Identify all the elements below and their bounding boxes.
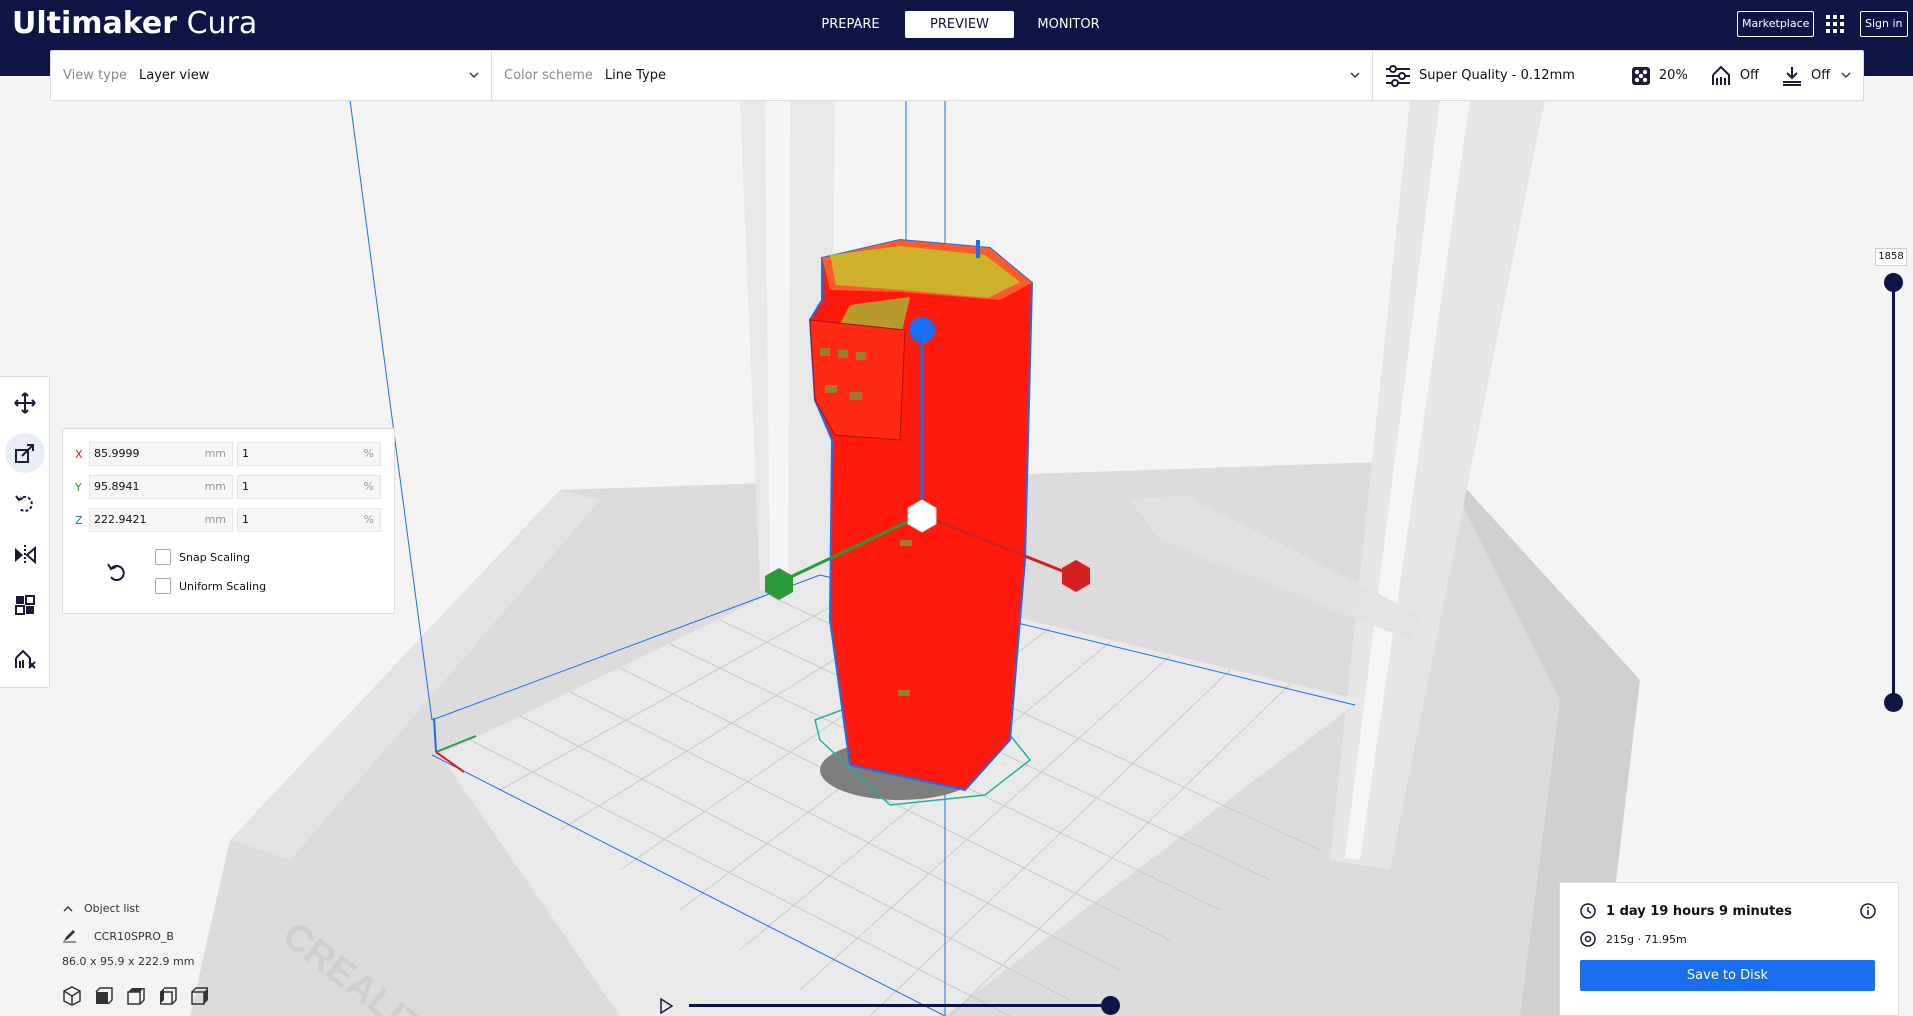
x-axis-label: X — [75, 447, 83, 461]
tab-monitor[interactable]: MONITOR — [1014, 11, 1123, 38]
chevron-down-icon — [1841, 72, 1851, 78]
rotate-tool-button[interactable] — [5, 483, 45, 523]
filament-spool-icon — [1580, 931, 1596, 947]
support-blocker-button[interactable] — [5, 639, 45, 679]
move-tool-button[interactable] — [5, 383, 45, 423]
per-model-settings-button[interactable] — [5, 585, 45, 625]
object-list-label: Object list — [84, 902, 140, 915]
mirror-icon — [15, 545, 36, 565]
print-time: 1 day 19 hours 9 minutes — [1606, 903, 1792, 919]
per-model-settings-icon — [15, 595, 35, 615]
infill-value: 20% — [1658, 68, 1688, 83]
object-name: CCR10SPRO_B — [94, 929, 174, 943]
clock-icon — [1580, 903, 1596, 919]
y-percent-input[interactable]: 1% — [237, 475, 381, 499]
current-layer-label[interactable]: 1858 — [1875, 248, 1907, 266]
object-list-panel: Object list CCR10SPRO_B 86.0 x 95.9 x 22… — [62, 902, 210, 1006]
object-name-row[interactable]: CCR10SPRO_B — [62, 929, 210, 943]
view-type-dropdown[interactable]: View type Layer view — [51, 51, 492, 100]
app-header: Ultimaker Cura PREPARE PREVIEW MONITOR M… — [0, 0, 1913, 50]
object-dimensions: 86.0 x 95.9 x 222.9 mm — [62, 955, 195, 968]
playback-handle[interactable] — [1101, 996, 1120, 1015]
object-list-toggle[interactable]: Object list — [62, 902, 210, 915]
mirror-tool-button[interactable] — [5, 535, 45, 575]
scale-row-y: Y 95.8941 mm 1% — [75, 474, 381, 500]
view-front-icon[interactable] — [94, 986, 114, 1006]
x-percent-input[interactable]: 1% — [237, 442, 381, 466]
z-percent-input[interactable]: 1% — [237, 508, 381, 532]
color-scheme-label: Color scheme — [504, 68, 593, 83]
color-scheme-dropdown[interactable]: Color scheme Line Type — [492, 51, 1373, 100]
print-info-panel: 1 day 19 hours 9 minutes 215g · 71.95m S… — [1559, 882, 1899, 1016]
uniform-scaling-label: Uniform Scaling — [179, 579, 267, 593]
apps-grid-icon[interactable] — [1825, 14, 1845, 34]
scale-icon — [15, 444, 34, 463]
material-row: 215g · 71.95m — [1580, 931, 1687, 947]
marketplace-button[interactable]: Marketplace — [1737, 11, 1815, 37]
y-mm-input[interactable]: 95.8941 mm — [89, 475, 233, 499]
quality-profile: Super Quality - 0.12mm — [1419, 68, 1575, 83]
layer-slider-track[interactable] — [1892, 282, 1895, 702]
scale-row-x: X 85.9999 mm 1% — [75, 441, 381, 467]
infill-icon — [1631, 66, 1650, 85]
simulation-playback — [655, 995, 1125, 1016]
rotate-icon — [15, 495, 33, 512]
snap-scaling-label: Snap Scaling — [179, 550, 251, 564]
view-type-value: Layer view — [139, 68, 210, 83]
view-right-icon[interactable] — [190, 986, 210, 1006]
x-mm-input[interactable]: 85.9999 mm — [89, 442, 233, 466]
view-3d-icon[interactable] — [62, 986, 82, 1006]
move-icon — [14, 392, 36, 414]
scale-row-z: Z 222.9421 mm 1% — [75, 507, 381, 533]
snap-scaling-option[interactable]: Snap Scaling — [155, 549, 250, 565]
reset-scale-icon[interactable] — [105, 561, 127, 583]
chevron-down-icon — [1350, 72, 1360, 78]
tool-toolbar — [0, 376, 50, 688]
y-axis-label: Y — [75, 480, 82, 494]
material-usage: 215g · 71.95m — [1606, 932, 1687, 946]
print-time-row: 1 day 19 hours 9 minutes — [1580, 903, 1792, 919]
handle-z[interactable] — [909, 317, 935, 343]
view-left-icon[interactable] — [158, 986, 178, 1006]
snap-scaling-checkbox[interactable] — [155, 549, 171, 565]
print-settings-button[interactable]: Super Quality - 0.12mm 20% Off Off — [1373, 51, 1863, 100]
uniform-scaling-checkbox[interactable] — [155, 578, 171, 594]
scale-tool-button[interactable] — [5, 433, 45, 473]
support-blocker-icon — [15, 649, 36, 669]
save-to-disk-button[interactable]: Save to Disk — [1580, 960, 1875, 991]
chevron-up-icon — [63, 905, 73, 911]
play-icon[interactable] — [659, 998, 673, 1014]
stage-tabs: PREPARE PREVIEW MONITOR — [796, 11, 1123, 38]
app-logo: Ultimaker Cura — [12, 6, 258, 41]
adhesion-icon — [1783, 66, 1802, 86]
tab-prepare[interactable]: PREPARE — [796, 11, 905, 38]
view-top-icon[interactable] — [126, 986, 146, 1006]
sign-in-button[interactable]: Sign in — [1860, 11, 1908, 37]
z-axis-label: Z — [75, 513, 83, 527]
playback-track[interactable] — [689, 1004, 1109, 1007]
info-icon[interactable] — [1860, 903, 1876, 919]
tab-preview[interactable]: PREVIEW — [905, 11, 1014, 38]
layer-slider-upper-handle[interactable] — [1884, 273, 1903, 292]
settings-bar: View type Layer view Color scheme Line T… — [50, 50, 1864, 101]
view-type-label: View type — [63, 68, 128, 83]
layer-slider[interactable]: 1858 — [1875, 248, 1913, 718]
support-value: Off — [1739, 68, 1760, 83]
adhesion-value: Off — [1811, 68, 1831, 83]
camera-view-buttons — [62, 986, 210, 1006]
support-icon — [1711, 65, 1730, 85]
uniform-scaling-option[interactable]: Uniform Scaling — [155, 578, 266, 594]
layer-slider-lower-handle[interactable] — [1884, 693, 1903, 712]
color-scheme-value: Line Type — [604, 68, 666, 83]
z-mm-input[interactable]: 222.9421 mm — [89, 508, 233, 532]
scale-tool-panel: X 85.9999 mm 1% Y 95.8941 mm 1% Z 222.9421… — [62, 428, 395, 614]
pencil-icon — [63, 930, 76, 943]
sliders-icon — [1386, 64, 1410, 87]
chevron-down-icon — [469, 72, 479, 78]
